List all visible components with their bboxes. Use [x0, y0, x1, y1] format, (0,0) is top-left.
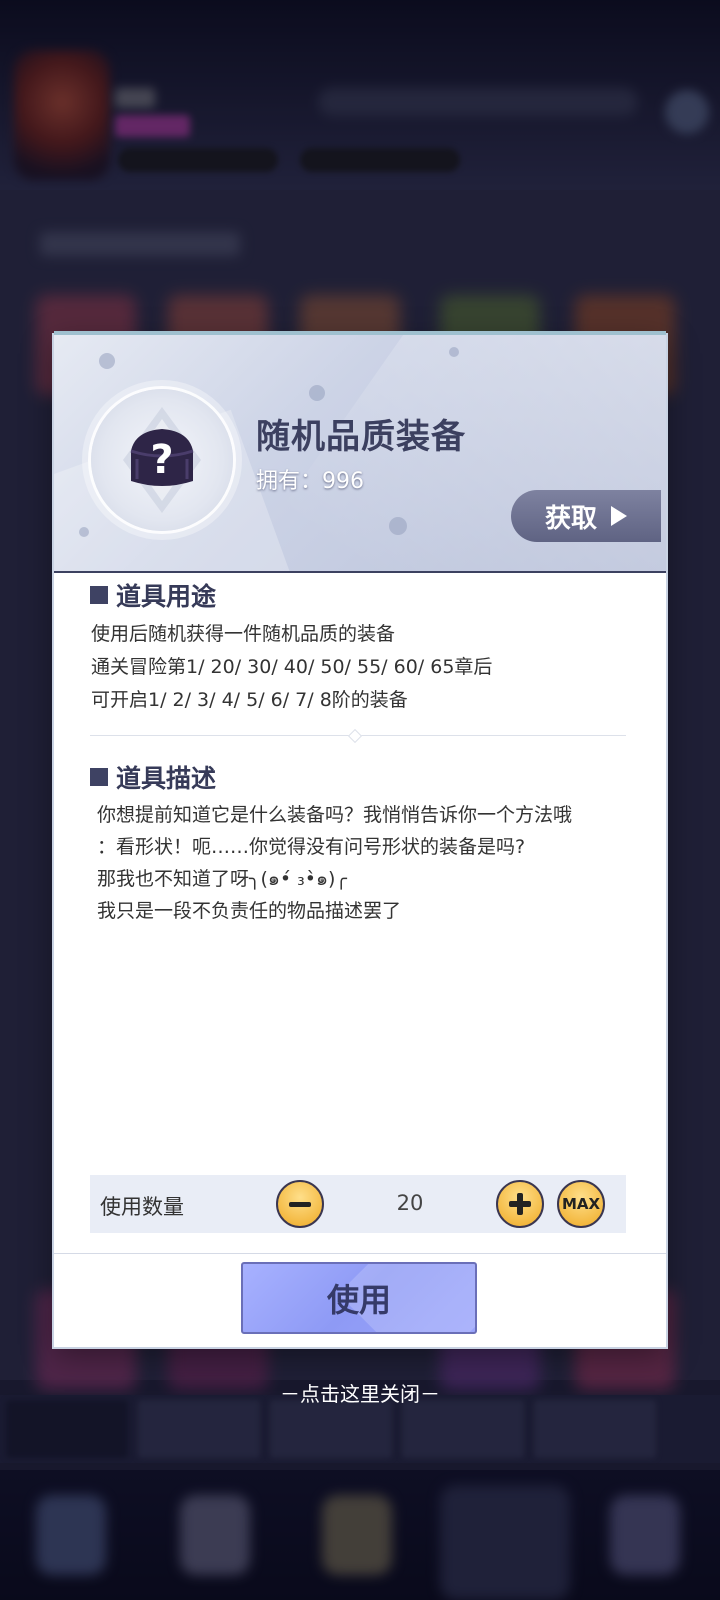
get-button[interactable]: 获取 — [511, 490, 661, 542]
description-title-text: 道具描述 — [116, 764, 217, 793]
minus-icon — [289, 1201, 311, 1207]
mystery-chest-icon: ? — [123, 407, 201, 513]
use-button-label: 使用 — [326, 1281, 391, 1319]
decrease-button[interactable] — [276, 1180, 324, 1228]
increase-button[interactable] — [496, 1180, 544, 1228]
description-line: 我只是一段不负责任的物品描述罢了 — [97, 900, 402, 922]
item-icon-frame: ? — [91, 389, 233, 531]
item-name: 随机品质装备 — [256, 417, 466, 457]
svg-text:?: ? — [150, 437, 173, 483]
usage-line: 通关冒险第1/ 20/ 30/ 40/ 50/ 55/ 60/ 65章后 — [91, 656, 493, 678]
close-hint[interactable]: －点击这里关闭－ — [0, 1378, 720, 1407]
description-line: 你想提前知道它是什么装备吗？我悄悄告诉你一个方法哦 — [97, 804, 573, 826]
item-detail-dialog: ? 随机品质装备 拥有：996 获取 道具用途 使用后随机获得一件随机品质的装备… — [54, 331, 666, 1347]
play-arrow-icon — [611, 506, 628, 526]
get-button-label: 获取 — [545, 503, 598, 534]
plus-icon — [509, 1193, 531, 1215]
item-owned-count: 拥有：996 — [256, 469, 364, 494]
max-button[interactable]: MAX — [557, 1180, 605, 1228]
quantity-stepper: 使用数量 20 MAX — [90, 1175, 626, 1233]
usage-line: 可开启1/ 2/ 3/ 4/ 5/ 6/ 7/ 8阶的装备 — [91, 689, 408, 711]
quantity-label: 使用数量 — [100, 1195, 184, 1219]
usage-line: 使用后随机获得一件随机品质的装备 — [91, 623, 396, 645]
square-bullet-icon — [90, 768, 108, 786]
description-line: ：看形状！呃……你觉得没有问号形状的装备是吗? — [97, 836, 526, 858]
quantity-value[interactable]: 20 — [360, 1191, 460, 1215]
square-bullet-icon — [90, 586, 108, 604]
usage-section-title: 道具用途 — [90, 577, 216, 613]
description-section-title: 道具描述 — [90, 759, 216, 795]
use-button[interactable]: 使用 — [241, 1262, 477, 1334]
item-header: ? 随机品质装备 拥有：996 获取 — [54, 335, 666, 573]
description-line: 那我也不知道了呀╮(๑•́ ₃•̀๑)╭ — [97, 868, 347, 890]
usage-title-text: 道具用途 — [116, 582, 217, 611]
